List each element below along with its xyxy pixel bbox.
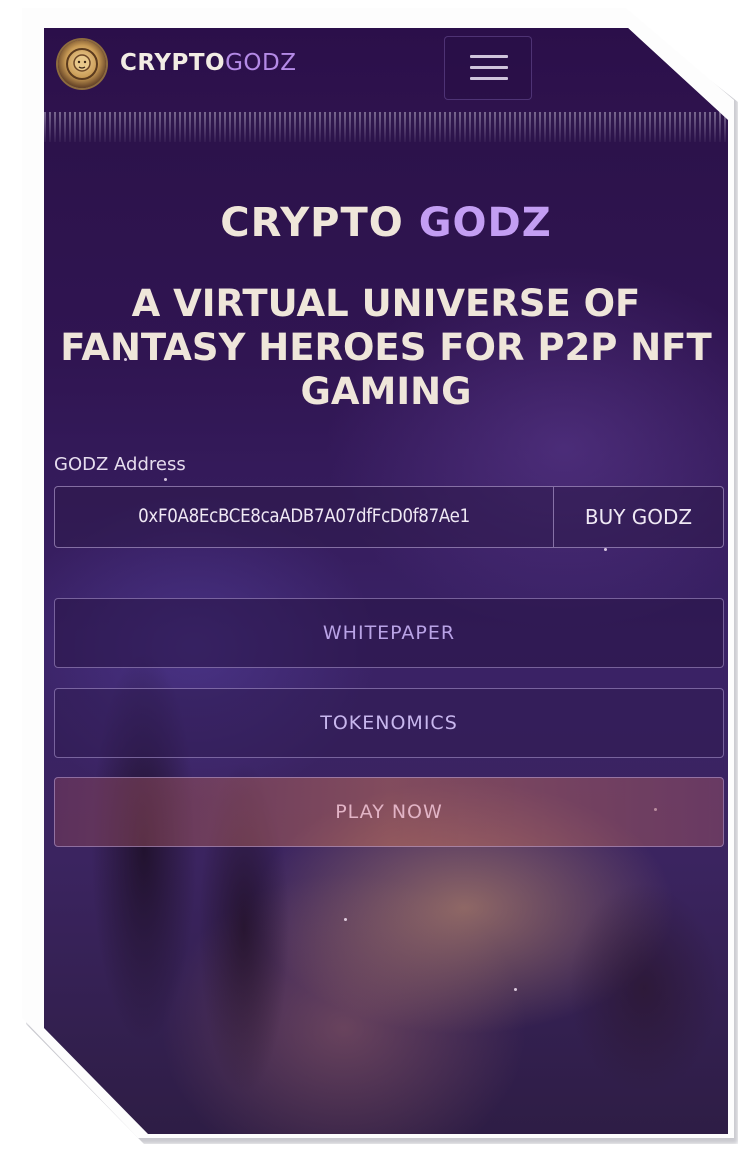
brand-name[interactable]: CRYPTOGODZ: [120, 50, 297, 76]
buy-godz-button[interactable]: BUY GODZ: [554, 487, 723, 547]
phone-screen: CRYPTOGODZ CRYPTO GODZ A VIRTUAL UNIVERS…: [44, 28, 728, 1134]
address-input-group: 0xF0A8EcBCE8caADB7A07dfFcD0f87Ae1 BUY GO…: [54, 486, 724, 548]
star: [164, 478, 167, 481]
play-now-button[interactable]: PLAY NOW: [54, 777, 724, 847]
hamburger-menu-button[interactable]: [444, 36, 532, 100]
star: [604, 548, 607, 551]
address-label: GODZ Address: [54, 454, 186, 475]
whitepaper-button[interactable]: WHITEPAPER: [54, 598, 724, 668]
nebula-dark-cloud: [524, 848, 728, 1134]
contract-address-field[interactable]: 0xF0A8EcBCE8caADB7A07dfFcD0f87Ae1: [55, 487, 554, 547]
waveform-divider: [44, 112, 728, 142]
hero-tagline: A VIRTUAL UNIVERSE OF FANTASY HEROES FOR…: [60, 282, 712, 413]
hamburger-menu-icon: [470, 66, 508, 69]
tokenomics-button[interactable]: TOKENOMICS: [54, 688, 724, 758]
lion-emblem-icon[interactable]: [58, 40, 106, 88]
brand-name-part2: GODZ: [225, 50, 297, 76]
star: [344, 918, 347, 921]
hamburger-menu-icon: [470, 77, 508, 80]
top-navbar: CRYPTOGODZ: [44, 28, 728, 112]
hero-title-part2: GODZ: [418, 200, 552, 246]
brand-name-part1: CRYPTO: [120, 50, 226, 76]
hero-title: CRYPTO GODZ: [44, 200, 728, 246]
hamburger-menu-icon: [470, 55, 508, 58]
hero-title-part1: CRYPTO: [220, 200, 404, 246]
star: [514, 988, 517, 991]
